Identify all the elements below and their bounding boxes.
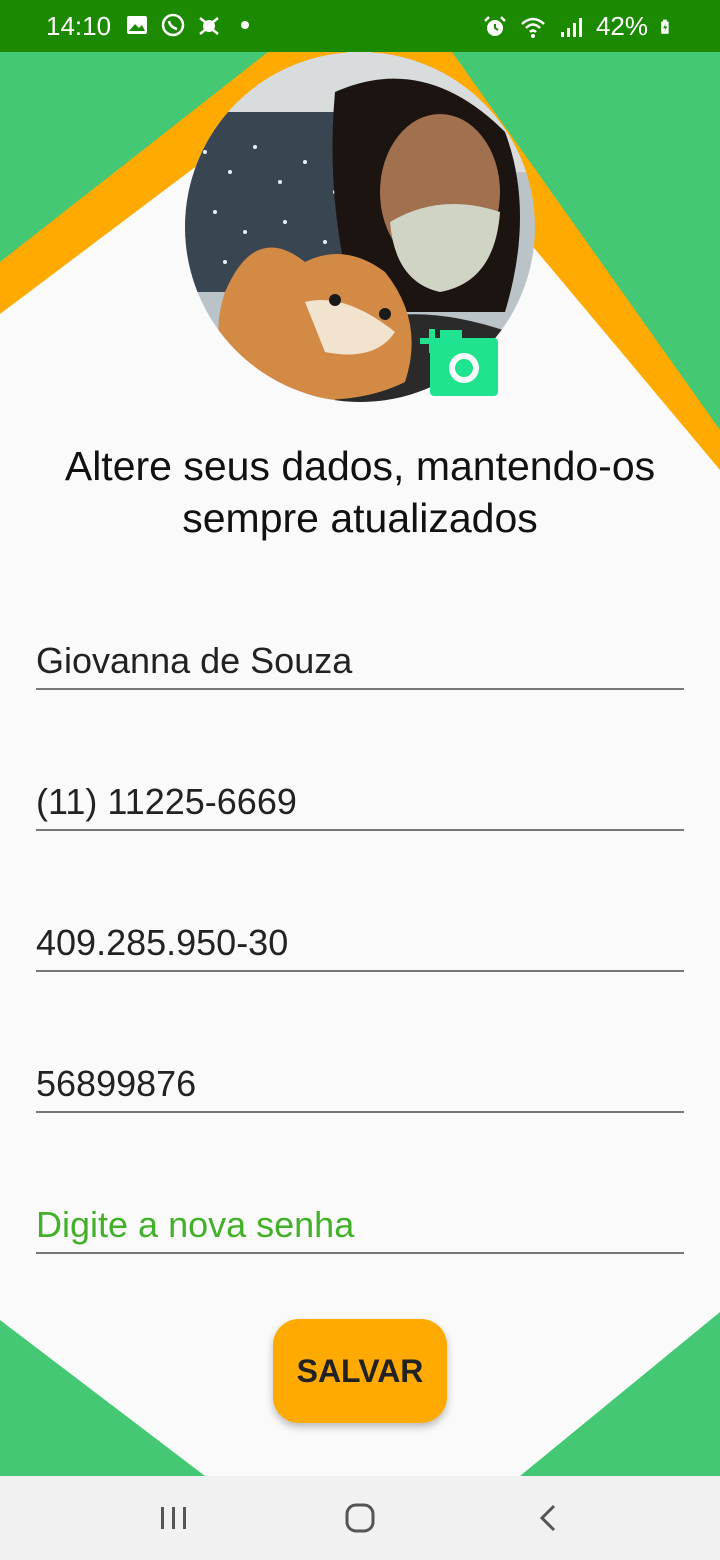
notification-icons — [124, 12, 258, 38]
home-icon[interactable] — [338, 1496, 382, 1540]
back-icon[interactable] — [526, 1496, 570, 1540]
cpf-field[interactable] — [36, 910, 684, 972]
name-input[interactable] — [36, 640, 684, 682]
status-bar: 14:10 42% — [0, 0, 720, 52]
whatsapp-icon — [161, 13, 185, 37]
add-photo-camera-icon[interactable] — [418, 326, 500, 398]
settings-bug-icon — [199, 17, 219, 35]
recent-apps-icon[interactable] — [152, 1496, 196, 1540]
new-password-input[interactable] — [36, 1204, 684, 1246]
phone-field[interactable] — [36, 769, 684, 831]
battery-icon — [661, 19, 669, 34]
battery-percent: 42% — [595, 11, 648, 41]
image-icon — [127, 16, 147, 34]
page-title: Altere seus dados, mantendo-os sempre at… — [64, 443, 656, 541]
password-input[interactable] — [36, 1063, 684, 1105]
new-password-field[interactable] — [36, 1192, 684, 1254]
save-button[interactable]: SALVAR — [273, 1319, 447, 1423]
alarm-icon — [484, 15, 506, 36]
navigation-bar — [0, 1476, 720, 1560]
name-field[interactable] — [36, 628, 684, 690]
phone-input[interactable] — [36, 781, 684, 823]
signal-icon — [560, 17, 582, 37]
status-time: 14:10 — [46, 11, 112, 41]
cpf-input[interactable] — [36, 922, 684, 964]
password-field[interactable] — [36, 1051, 684, 1113]
wifi-icon — [521, 17, 545, 38]
dot-icon — [241, 21, 249, 29]
system-icons: 42% — [482, 11, 676, 42]
